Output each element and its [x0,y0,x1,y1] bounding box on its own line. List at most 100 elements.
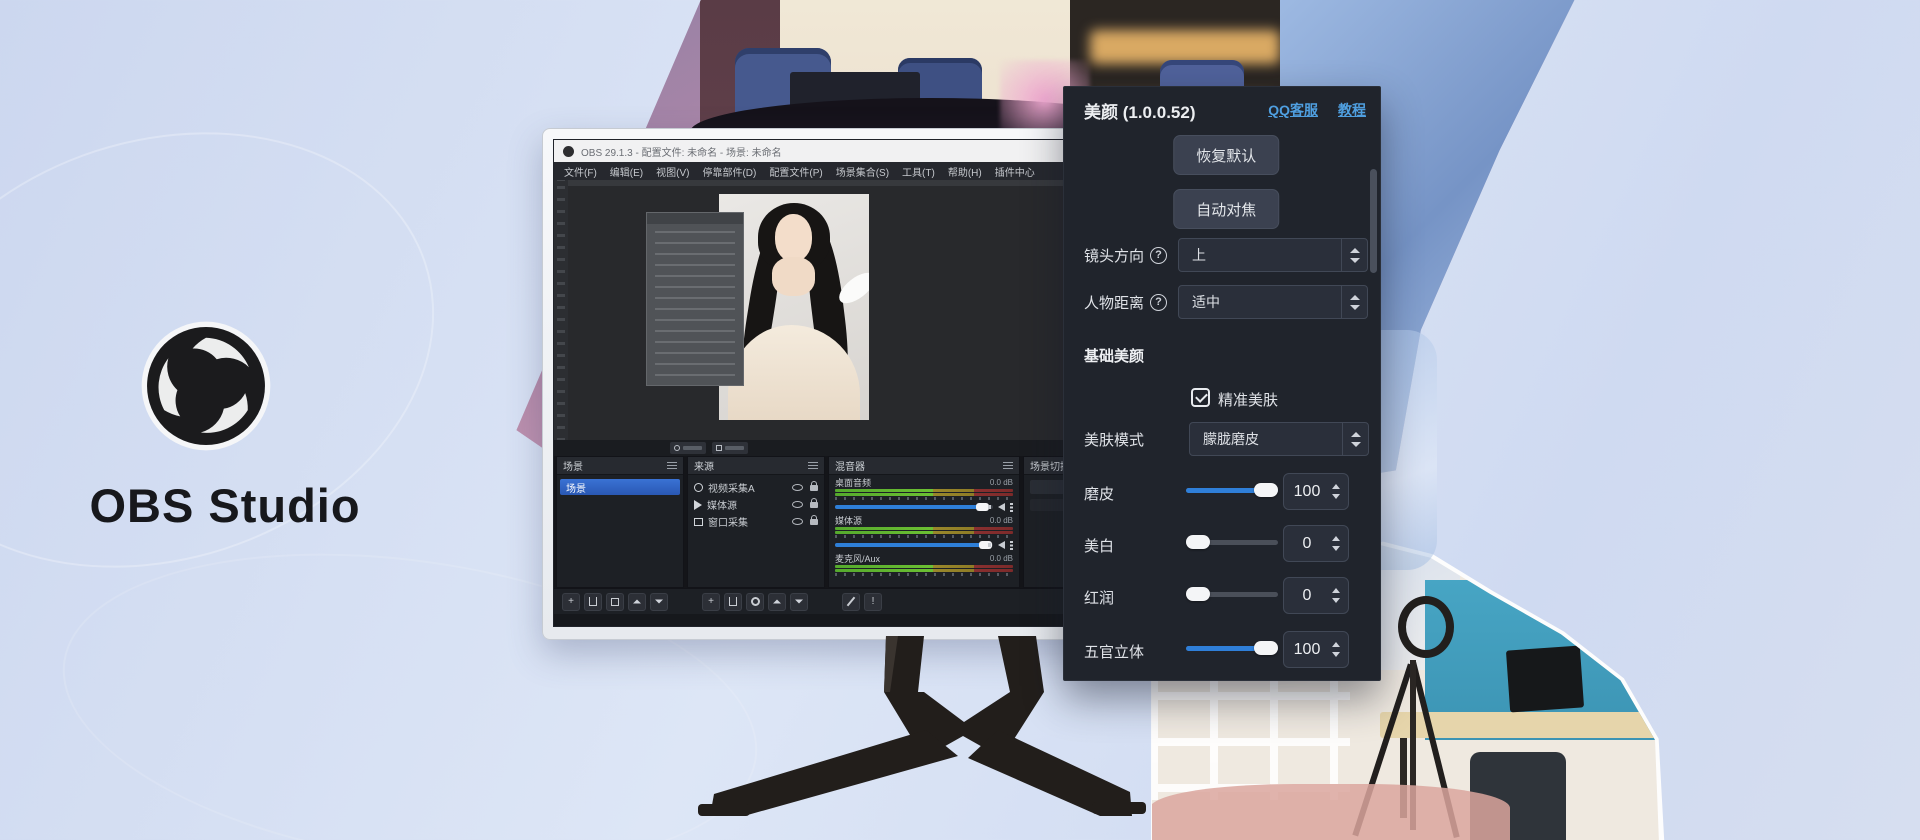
menu-scene-collection[interactable]: 场景集合(S) [836,164,889,179]
audio-meter [835,489,1013,492]
dialog-titlebar [647,213,743,224]
lock-icon[interactable] [810,485,818,491]
obs-window-icon [563,146,574,157]
edit-pencil-button[interactable] [842,593,860,611]
chevron-up-icon [1351,432,1361,437]
audio-meter [835,565,1013,568]
camera-direction-label: 镜头方向 ? [1084,237,1167,273]
spin-down-icon[interactable] [1332,494,1340,499]
remove-scene-button[interactable] [584,593,602,611]
spin-down-icon[interactable] [1332,652,1340,657]
facial-definition-slider[interactable] [1186,646,1278,651]
source-row[interactable]: 窗口采集 [688,513,824,530]
channel-options-icon[interactable] [1010,503,1013,512]
visibility-eye-icon[interactable] [792,484,803,491]
slider-handle[interactable] [1254,641,1278,655]
camera-direction-dropdown[interactable]: 上 [1178,238,1368,272]
editor-toolbar-left [554,180,568,440]
smoothing-spinbox[interactable]: 100 [1283,473,1349,510]
person-distance-dropdown[interactable]: 适中 [1178,285,1368,319]
menu-view[interactable]: 视图(V) [656,164,689,179]
skin-mode-dropdown[interactable]: 朦胧磨皮 [1189,422,1369,456]
tutorial-link[interactable]: 教程 [1338,100,1366,120]
facial-definition-spinbox[interactable]: 100 [1283,631,1349,668]
scenes-dock-header: 场景 [557,457,683,475]
spin-up-icon[interactable] [1332,588,1340,593]
volume-slider[interactable] [835,505,993,509]
channel-name: 麦克风/Aux [835,552,880,565]
add-scene-button[interactable]: + [562,593,580,611]
spin-up-icon[interactable] [1332,484,1340,489]
lock-icon[interactable] [810,519,818,525]
help-icon[interactable]: ? [1150,247,1167,264]
obs-logo-icon [139,319,273,453]
dropdown-spinner[interactable] [1341,239,1367,271]
whitening-slider[interactable] [1186,540,1278,545]
chevron-down-icon [1350,258,1360,263]
mixer-channel: 媒体源 0.0 dB [829,513,1019,551]
rosy-value: 0 [1284,587,1332,605]
rosy-spinbox[interactable]: 0 [1283,577,1349,614]
source-row[interactable]: 视频采集A [688,479,824,496]
chevron-up-icon [1350,295,1360,300]
add-source-button[interactable]: + [702,593,720,611]
menu-edit[interactable]: 编辑(E) [610,164,643,179]
qq-support-link[interactable]: QQ客服 [1268,100,1318,120]
alert-button[interactable]: ! [864,593,882,611]
scene-up-button[interactable] [628,593,646,611]
scene-down-button[interactable] [650,593,668,611]
menu-tools[interactable]: 工具(T) [902,164,935,179]
rosy-slider[interactable] [1186,592,1278,597]
spin-down-icon[interactable] [1332,546,1340,551]
autofocus-button[interactable]: 自动对焦 [1173,189,1279,229]
menu-help[interactable]: 帮助(H) [948,164,982,179]
menu-docks[interactable]: 停靠部件(D) [702,164,756,179]
speaker-icon[interactable] [998,503,1005,511]
slider-handle[interactable] [1186,587,1210,601]
restore-defaults-button[interactable]: 恢复默认 [1173,135,1279,175]
source-down-button[interactable] [790,593,808,611]
volume-handle[interactable] [976,503,989,511]
dock-menu-icon[interactable] [1003,462,1013,470]
spin-up-icon[interactable] [1332,536,1340,541]
speaker-icon[interactable] [998,541,1005,549]
dock-tab-layout[interactable] [712,442,748,454]
smoothing-slider[interactable] [1186,488,1278,493]
source-up-button[interactable] [768,593,786,611]
spin-down-icon[interactable] [1332,598,1340,603]
spin-up-icon[interactable] [1332,642,1340,647]
camera-direction-value: 上 [1192,245,1206,265]
menu-file[interactable]: 文件(F) [564,164,597,179]
source-row[interactable]: 媒体源 [688,496,824,513]
lock-icon[interactable] [810,502,818,508]
slider-handle[interactable] [1254,483,1278,497]
visibility-eye-icon[interactable] [792,501,803,508]
mixer-dock-header: 混音器 [829,457,1019,475]
menu-plugin-center[interactable]: 插件中心 [995,164,1035,179]
help-icon[interactable]: ? [1150,294,1167,311]
panel-scrollbar-thumb[interactable] [1370,169,1377,273]
beauty-plugin-panel: 美颜 (1.0.0.52) QQ客服 教程 恢复默认 自动对焦 镜头方向 ? 上… [1063,86,1381,681]
dock-menu-icon[interactable] [808,462,818,470]
whitening-spinbox[interactable]: 0 [1283,525,1349,562]
smoothing-value: 100 [1284,483,1332,501]
record-icon [674,445,680,451]
dock-menu-icon[interactable] [667,462,677,470]
slider-handle[interactable] [1186,535,1210,549]
precise-skin-checkbox[interactable] [1191,388,1210,407]
volume-slider[interactable] [835,543,993,547]
obs-studio-wordmark: OBS Studio [40,478,410,533]
portrait-neck [772,257,816,295]
menu-profile[interactable]: 配置文件(P) [769,164,822,179]
dropdown-spinner[interactable] [1342,423,1368,455]
source-properties-gear-button[interactable] [746,593,764,611]
channel-options-icon[interactable] [1010,541,1013,550]
visibility-eye-icon[interactable] [792,518,803,525]
dock-tab-preview[interactable] [670,442,706,454]
scene-item-selected[interactable]: 场景 [560,479,680,495]
dropdown-spinner[interactable] [1341,286,1367,318]
mixer-channel: 桌面音频 0.0 dB [829,475,1019,513]
duplicate-scene-button[interactable] [606,593,624,611]
remove-source-button[interactable] [724,593,742,611]
sources-dock-header: 来源 [688,457,824,475]
